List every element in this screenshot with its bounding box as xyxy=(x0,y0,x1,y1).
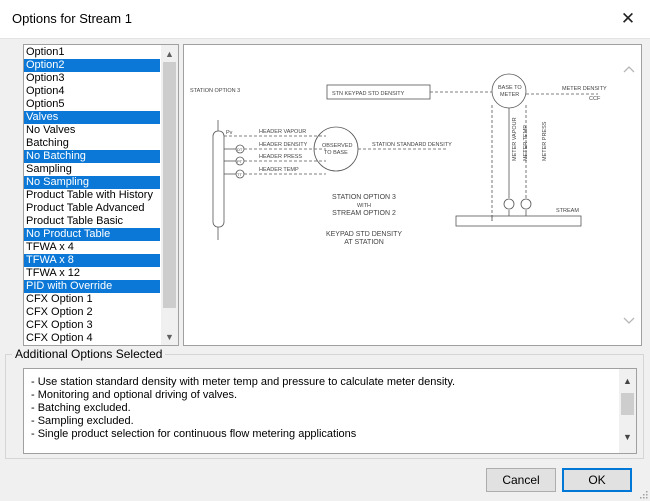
note-line: - Single product selection for continuou… xyxy=(31,428,357,440)
header-vapour-label: HEADER VAPOUR xyxy=(259,129,306,135)
options-list: Option1 Option2 Option3 Option4 Option5 Valve… xyxy=(24,46,160,345)
list-item[interactable]: Option1 xyxy=(24,46,160,59)
notes-scroll-thumb[interactable] xyxy=(621,393,634,415)
list-item[interactable]: Valves xyxy=(24,111,160,124)
notes-lines: - Use station standard density with mete… xyxy=(31,376,455,441)
header-temp-label: HEADER TEMP xyxy=(259,167,299,173)
cancel-button[interactable]: Cancel xyxy=(486,468,556,492)
list-item[interactable]: TFWA x 12 xyxy=(24,267,160,280)
list-item[interactable]: Option3 xyxy=(24,72,160,85)
list-item[interactable]: Option4 xyxy=(24,85,160,98)
list-item[interactable]: No Sampling xyxy=(24,176,160,189)
options-listbox[interactable]: Option1 Option2 Option3 Option4 Option5 Valve… xyxy=(23,44,179,346)
list-item[interactable]: CFX Option 2 xyxy=(24,306,160,319)
note-line: - Use station standard density with mete… xyxy=(31,376,456,388)
additional-options-text[interactable]: - Use station standard density with mete… xyxy=(23,368,637,454)
base-to-meter-label-1: BASE TO xyxy=(498,85,522,91)
notes-scroll-down-icon[interactable]: ▼ xyxy=(619,432,636,446)
keypad-box-label: STN KEYPAD STD DENSITY xyxy=(332,91,405,97)
base-to-meter-circle xyxy=(491,73,527,109)
caption-line-5: AT STATION xyxy=(344,239,384,246)
header-pipe xyxy=(212,130,225,228)
base-to-meter-label-2: METER xyxy=(500,92,519,98)
diagram-scroll-down-icon[interactable] xyxy=(621,313,637,329)
ccf-label: CCF xyxy=(589,96,601,102)
list-scrollbar[interactable]: ▲ ▼ xyxy=(161,45,178,345)
station-std-density-label: STATION STANDARD DENSITY xyxy=(372,142,452,148)
additional-options-legend: Additional Options Selected xyxy=(12,347,166,361)
list-item[interactable]: No Product Table xyxy=(24,228,160,241)
dt-label: DT xyxy=(237,147,243,152)
list-item[interactable]: CFX Option 1 xyxy=(24,293,160,306)
caption-line-4: KEYPAD STD DENSITY xyxy=(326,231,402,238)
list-item[interactable]: Sampling xyxy=(24,163,160,176)
list-item[interactable]: Batching xyxy=(24,137,160,150)
observed-label-2: TO BASE xyxy=(324,150,348,156)
scroll-thumb[interactable] xyxy=(163,62,176,308)
header-density-label: HEADER DENSITY xyxy=(259,142,308,148)
note-line: - Batching excluded. xyxy=(31,402,131,414)
list-item[interactable]: Product Table Advanced xyxy=(24,202,160,215)
list-item[interactable]: No Batching xyxy=(24,150,160,163)
caption-line-2: WITH xyxy=(357,203,371,209)
close-icon[interactable]: ✕ xyxy=(606,0,650,38)
list-item[interactable]: CFX Option 3 xyxy=(24,319,160,332)
window-title: Options for Stream 1 xyxy=(12,11,132,26)
pv-label: Pv xyxy=(226,130,233,136)
list-item[interactable]: Option5 xyxy=(24,98,160,111)
note-line: - Monitoring and optional driving of val… xyxy=(31,389,238,401)
meter-vapour-label: METER VAPOUR xyxy=(512,117,518,161)
list-item[interactable]: Option2 xyxy=(24,59,160,72)
ok-button[interactable]: OK xyxy=(562,468,632,492)
diagram-scroll-up-icon[interactable] xyxy=(621,61,637,77)
meter-temp-label: METER TEMP xyxy=(523,125,529,161)
option-diagram: STATION OPTION 3 STN KEYPAD STD DENSITY … xyxy=(183,44,642,346)
pt-label: PT xyxy=(237,159,243,164)
list-item[interactable]: Product Table with History xyxy=(24,189,160,202)
stream-pipe xyxy=(455,215,582,227)
notes-scroll-up-icon[interactable]: ▲ xyxy=(619,376,636,390)
observed-label-1: OBSERVED xyxy=(322,143,352,149)
station-option-label: STATION OPTION 3 xyxy=(190,88,240,94)
scroll-up-icon[interactable]: ▲ xyxy=(161,45,178,62)
caption-line-1: STATION OPTION 3 xyxy=(332,194,396,201)
list-item[interactable]: Product Table Basic xyxy=(24,215,160,228)
list-item[interactable]: CFX Option 4 xyxy=(24,332,160,345)
header-press-label: HEADER PRESS xyxy=(259,154,302,160)
stream-label: STREAM xyxy=(556,208,579,214)
tt-label: TT xyxy=(237,172,242,177)
note-line: - Sampling excluded. xyxy=(31,415,134,427)
list-item[interactable]: TFWA x 8 xyxy=(24,254,160,267)
scroll-down-icon[interactable]: ▼ xyxy=(161,328,178,345)
list-item[interactable]: PID with Override xyxy=(24,280,160,293)
meter-density-label: METER DENSITY xyxy=(562,86,607,92)
notes-scrollbar[interactable]: ▲ ▼ xyxy=(619,369,636,453)
caption-line-3: STREAM OPTION 2 xyxy=(332,210,396,217)
meter-press-label: METER PRESS xyxy=(542,121,548,161)
resize-grip-icon[interactable] xyxy=(638,489,648,499)
diagram-drawing: STATION OPTION 3 STN KEYPAD STD DENSITY … xyxy=(190,73,607,246)
list-item[interactable]: No Valves xyxy=(24,124,160,137)
title-bar: Options for Stream 1 ✕ xyxy=(0,0,650,39)
list-item[interactable]: TFWA x 4 xyxy=(24,241,160,254)
